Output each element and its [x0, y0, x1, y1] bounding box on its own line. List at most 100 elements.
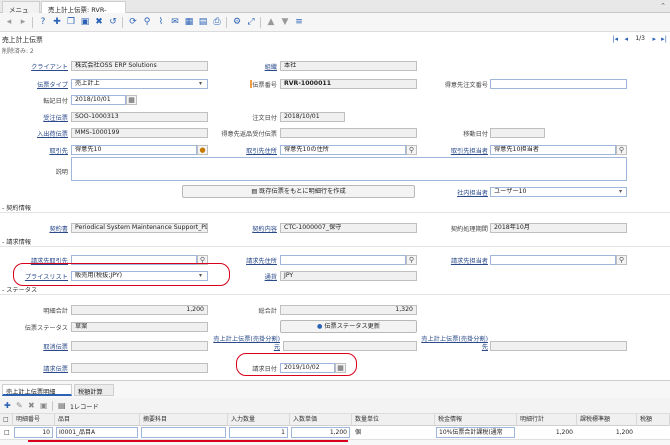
bpcontact-search-icon[interactable]: ⚲	[616, 145, 627, 155]
bp-lookup-icon[interactable]: ●	[197, 145, 208, 155]
chat-icon[interactable]: ✉	[169, 16, 181, 28]
column-header[interactable]: 入力数量	[228, 414, 290, 426]
billing-section-header[interactable]: - 請求情報	[2, 237, 31, 246]
column-header[interactable]: 税金情報	[435, 414, 517, 426]
save-icon[interactable]: ▣	[79, 16, 91, 28]
refresh-icon[interactable]: ⟳	[127, 16, 139, 28]
next-record-icon[interactable]: ▸	[652, 35, 656, 43]
row-checkbox[interactable]: □	[2, 427, 12, 439]
back-icon[interactable]: ◂	[3, 16, 15, 28]
contract-section-header[interactable]: - 契約情報	[2, 203, 31, 212]
copy-icon[interactable]: ❐	[65, 16, 77, 28]
billloc-search-icon[interactable]: ⚲	[406, 255, 417, 265]
column-header[interactable]: 数量単位	[352, 414, 435, 426]
docstatus-button-label: 伝票ステータス更新	[324, 323, 381, 330]
postdate-label: 転記日付	[43, 98, 68, 105]
cell-line[interactable]: 10	[14, 427, 53, 438]
bpcontact-input[interactable]: 得意先10担当者	[490, 145, 616, 155]
docstatus-update-button[interactable]: ● 伝票ステータス更新	[280, 320, 417, 333]
first-record-icon[interactable]: |◂	[612, 35, 618, 43]
docstatus-label: 伝票ステータス	[24, 325, 68, 332]
column-header[interactable]: 入数単価	[290, 414, 352, 426]
tab-menu[interactable]: メニュー	[2, 1, 40, 24]
cell-uom: 個	[355, 429, 362, 436]
contract-period-field: 2018年10月	[490, 223, 627, 233]
tab-sales-invoice[interactable]: 売上計上伝票: RVR-1000011×	[41, 1, 126, 22]
save-line-icon[interactable]: ▣	[40, 401, 48, 410]
contract-field: Periodical System Maintenance Support_PD…	[71, 223, 208, 233]
orderdate-field: 2018/10/01	[280, 112, 345, 122]
status-section-header[interactable]: - ステータス	[2, 285, 37, 294]
split-source-label: 売上計上伝票(売掛分割)元	[213, 336, 280, 351]
zoom-icon[interactable]: ⤢	[245, 16, 257, 28]
salesrep-label: 社内担当者	[457, 190, 488, 197]
column-header[interactable]: 税額	[637, 414, 670, 426]
column-header[interactable]: 課税標準額	[577, 414, 637, 426]
lines-toolbar: ✚ ✎ ✖ ▣ ▤ 1レコード	[0, 398, 670, 414]
postdate-input[interactable]: 2018/10/01	[71, 95, 126, 105]
last-record-icon[interactable]: ▸|	[661, 35, 667, 43]
new-line-icon[interactable]: ✚	[4, 401, 11, 410]
find-icon[interactable]: ⚲	[141, 16, 153, 28]
edit-line-icon[interactable]: ✎	[16, 401, 23, 410]
org-field: 本社	[280, 61, 417, 71]
grandtotal-label: 総合計	[258, 308, 277, 315]
customize-grid-icon[interactable]: ▤	[58, 401, 66, 410]
menu-icon[interactable]: ≡	[293, 16, 305, 28]
salesrep-select[interactable]: ユーザー10	[490, 187, 627, 197]
doctype-select[interactable]: 売上計上	[71, 79, 208, 89]
process-icon[interactable]: ⚙	[231, 16, 243, 28]
tab-list-chevron-icon[interactable]: ⌃	[660, 2, 666, 10]
cell-tax[interactable]: 10%伝票合計課税(通常	[436, 427, 515, 438]
currency-label: 通貨	[264, 274, 277, 281]
bploc-input[interactable]: 得意先10の住所	[280, 145, 406, 155]
down-icon[interactable]: ▼	[279, 16, 291, 28]
column-header[interactable]: 品目	[55, 414, 140, 426]
description-textarea[interactable]	[71, 157, 627, 181]
forward-icon[interactable]: ▸	[17, 16, 29, 28]
linetotal-label: 明細合計	[43, 308, 68, 315]
tab-invoice-lines[interactable]: 売上計上伝票明細	[2, 384, 72, 396]
select-all-checkbox[interactable]: □	[0, 414, 13, 426]
column-header[interactable]: 明細行計	[517, 414, 577, 426]
reversal-label: 取消伝票	[43, 344, 68, 351]
tab-invoice-lines-label: 売上計上伝票明細	[6, 389, 56, 396]
billcontact-search-icon[interactable]: ⚲	[616, 255, 627, 265]
delete-line-icon[interactable]: ✖	[28, 401, 35, 410]
table-row[interactable]: □ 10 I0001_品目A 1 1,200 個 10%伝票合計課税(通常 1,200 1,20…	[0, 426, 670, 440]
doctype-dropdown-icon[interactable]: ▾	[199, 80, 202, 87]
help-icon[interactable]: ?	[37, 16, 49, 28]
prev-record-icon[interactable]: ◂	[624, 35, 628, 43]
invoice-label: 請求伝票	[43, 366, 68, 373]
attachment-icon[interactable]: ⌇	[155, 16, 167, 28]
grid-toggle-icon[interactable]: ▦	[183, 16, 195, 28]
delete-icon[interactable]: ✖	[93, 16, 105, 28]
cell-charge[interactable]	[141, 427, 226, 438]
undo-icon[interactable]: ↺	[107, 16, 119, 28]
contract-content-field: CTC-1000007_保守	[280, 223, 417, 233]
calendar-icon[interactable]: ▦	[126, 95, 137, 105]
reversal-field	[71, 341, 208, 351]
doctype-label: 伝票タイプ	[37, 82, 68, 89]
toolbar-separator	[122, 17, 123, 28]
billcontact-input[interactable]	[490, 255, 616, 265]
cell-product[interactable]: I0001_品目A	[56, 427, 138, 438]
toolbar-separator	[32, 17, 33, 28]
bp-input[interactable]: 得意先10	[71, 145, 197, 155]
new-record-icon[interactable]: ✚	[51, 16, 63, 28]
custref-label: 得意先注文番号	[444, 82, 488, 89]
report-icon[interactable]: ▤	[197, 16, 209, 28]
column-header[interactable]: 明細番号	[13, 414, 55, 426]
cell-qty[interactable]: 1	[229, 427, 288, 438]
print-icon[interactable]: ⎙	[211, 16, 223, 28]
divider	[0, 212, 670, 213]
tab-tax-calc[interactable]: 税額計算	[74, 384, 114, 396]
salesrep-dropdown-icon[interactable]: ▾	[619, 188, 622, 195]
custref-input[interactable]	[490, 79, 627, 89]
create-lines-button[interactable]: ▤ 既存伝票をもとに明細行を作成	[182, 185, 415, 198]
column-header[interactable]: 摘要科目	[140, 414, 228, 426]
up-icon[interactable]: ▲	[265, 16, 277, 28]
cell-price[interactable]: 1,200	[291, 427, 350, 438]
bploc-search-icon[interactable]: ⚲	[406, 145, 417, 155]
billloc-input[interactable]	[280, 255, 406, 265]
